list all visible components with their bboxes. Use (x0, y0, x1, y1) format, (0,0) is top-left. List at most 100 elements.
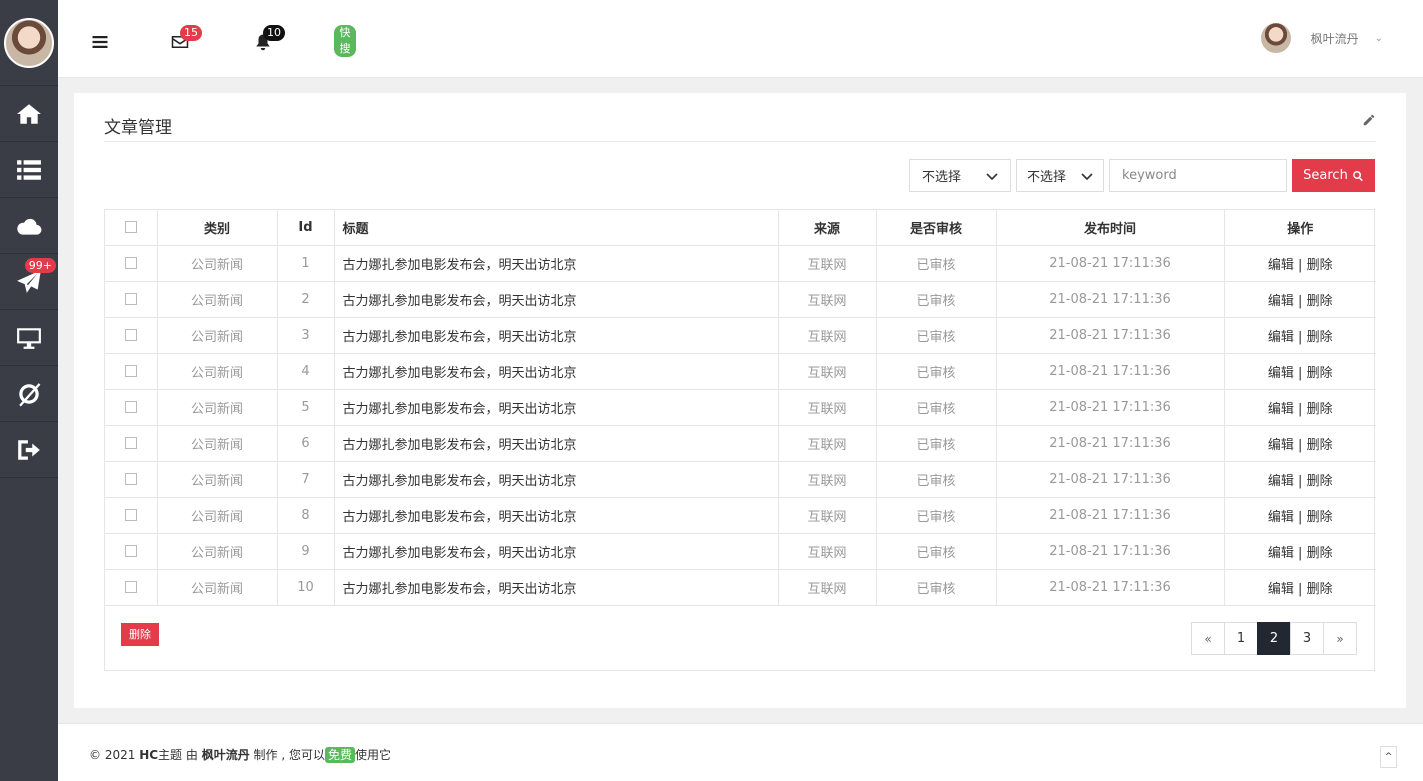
table-row: 公司新闻 5 古力娜扎参加电影发布会，明天出访北京 互联网 已审核 21-08-21 17… (105, 389, 1376, 426)
keyword-input[interactable] (1109, 159, 1287, 192)
pagination-page-current[interactable]: 2 (1257, 622, 1291, 655)
delete-link[interactable]: 删除 (1307, 438, 1333, 453)
action-separator: | (1298, 365, 1303, 381)
row-select-cell (105, 389, 158, 426)
action-separator: | (1298, 293, 1303, 309)
pagination-page[interactable]: 1 (1224, 622, 1258, 655)
row-checkbox[interactable] (124, 509, 137, 521)
notification-button[interactable]: 10 (251, 25, 285, 52)
row-checkbox[interactable] (124, 293, 137, 305)
id-cell: 6 (277, 425, 335, 462)
edit-link[interactable]: 编辑 (1268, 438, 1294, 453)
table-row: 公司新闻 10 古力娜扎参加电影发布会，明天出访北京 互联网 已审核 21-08-21 1… (105, 569, 1376, 606)
id-cell: 10 (277, 569, 335, 606)
footer: © 2021 HC主题 由 枫叶流丹 制作 , 您可以 免费 使用它 ^ (58, 723, 1423, 781)
reviewed-cell: 已审核 (876, 461, 997, 498)
col-header-reviewed: 是否审核 (876, 210, 997, 246)
row-select-cell (105, 317, 158, 354)
reviewed-cell: 已审核 (876, 569, 997, 606)
row-checkbox[interactable] (124, 581, 137, 593)
edit-link[interactable]: 编辑 (1268, 546, 1294, 561)
col-header-actions: 操作 (1224, 210, 1376, 246)
pagination-next[interactable]: » (1323, 622, 1357, 655)
actions-cell: 编辑 | 删除 (1224, 425, 1376, 462)
category-cell: 公司新闻 (157, 245, 278, 282)
actions-cell: 编辑 | 删除 (1224, 281, 1376, 318)
pagination-page[interactable]: 3 (1290, 622, 1324, 655)
status-select[interactable]: 不选择 (1016, 159, 1104, 192)
sidebar-item-list[interactable] (0, 142, 58, 198)
sidebar-item-logout[interactable] (0, 422, 58, 478)
menu-toggle-button[interactable] (88, 28, 112, 52)
delete-link[interactable]: 删除 (1307, 402, 1333, 417)
action-separator: | (1298, 257, 1303, 273)
table-row: 公司新闻 1 古力娜扎参加电影发布会，明天出访北京 互联网 已审核 21-08-21 17… (105, 245, 1376, 282)
edit-link[interactable]: 编辑 (1268, 510, 1294, 525)
reviewed-cell: 已审核 (876, 281, 997, 318)
row-checkbox[interactable] (124, 329, 137, 341)
category-cell: 公司新闻 (157, 497, 278, 534)
edit-link[interactable]: 编辑 (1268, 582, 1294, 597)
reviewed-cell: 已审核 (876, 353, 997, 390)
id-cell: 7 (277, 461, 335, 498)
edit-link[interactable]: 编辑 (1268, 366, 1294, 381)
row-checkbox[interactable] (124, 401, 137, 413)
top-bar: 15 10 快搜 枫叶流丹 ⌄ (58, 0, 1423, 78)
divider (104, 141, 1376, 142)
avatar[interactable] (4, 17, 54, 68)
search-button[interactable]: Search (1292, 159, 1375, 192)
published-cell: 21-08-21 17:11:36 (996, 353, 1225, 390)
sidebar-item-o-slash[interactable] (0, 366, 58, 422)
sidebar-item-send[interactable]: 99+ (0, 254, 58, 310)
chevron-down-icon: ⌄ (1374, 32, 1383, 44)
delete-link[interactable]: 删除 (1307, 582, 1333, 597)
category-cell: 公司新闻 (157, 533, 278, 570)
edit-link[interactable]: 编辑 (1268, 402, 1294, 417)
delete-link[interactable]: 删除 (1307, 510, 1333, 525)
delete-link[interactable]: 删除 (1307, 474, 1333, 489)
category-select[interactable]: 不选择 (909, 159, 1011, 192)
delete-link[interactable]: 删除 (1307, 546, 1333, 561)
row-checkbox[interactable] (124, 365, 137, 377)
table-row: 公司新闻 4 古力娜扎参加电影发布会，明天出访北京 互联网 已审核 21-08-21 17… (105, 353, 1376, 390)
pagination-prev[interactable]: « (1191, 622, 1225, 655)
row-checkbox[interactable] (124, 437, 137, 449)
edit-link[interactable]: 编辑 (1268, 330, 1294, 345)
edit-link[interactable]: 编辑 (1268, 258, 1294, 273)
sidebar-item-desktop[interactable] (0, 310, 58, 366)
row-checkbox[interactable] (124, 473, 137, 485)
quick-search-button[interactable]: 快搜 (332, 25, 356, 57)
user-name: 枫叶流丹 (1310, 31, 1359, 46)
bulk-delete-button[interactable]: 删除 (121, 623, 159, 646)
actions-cell: 编辑 | 删除 (1224, 533, 1376, 570)
list-icon (17, 159, 41, 180)
delete-link[interactable]: 删除 (1307, 330, 1333, 345)
delete-link[interactable]: 删除 (1307, 366, 1333, 381)
published-cell: 21-08-21 17:11:36 (996, 281, 1225, 318)
action-separator: | (1298, 509, 1303, 525)
action-separator: | (1298, 473, 1303, 489)
chevron-down-icon (986, 172, 998, 180)
search-button-label: Search (1303, 168, 1348, 183)
sidebar-item-cloud[interactable] (0, 198, 58, 254)
delete-link[interactable]: 删除 (1307, 294, 1333, 309)
reviewed-cell: 已审核 (876, 533, 997, 570)
sidebar-item-home[interactable] (0, 86, 58, 142)
edit-link[interactable]: 编辑 (1268, 474, 1294, 489)
title-cell: 古力娜扎参加电影发布会，明天出访北京 (334, 533, 779, 570)
select-all-checkbox[interactable] (124, 221, 137, 234)
edit-link[interactable]: 编辑 (1268, 294, 1294, 309)
notification-badge: 99+ (24, 258, 56, 273)
category-cell: 公司新闻 (157, 281, 278, 318)
row-checkbox[interactable] (124, 257, 137, 269)
id-cell: 8 (277, 497, 335, 534)
pencil-icon[interactable] (1362, 113, 1376, 127)
sidebar-avatar-box (0, 0, 58, 86)
reviewed-cell: 已审核 (876, 245, 997, 282)
mail-button[interactable]: 15 (168, 25, 202, 52)
delete-link[interactable]: 删除 (1307, 258, 1333, 273)
user-menu[interactable]: 枫叶流丹 ⌄ (1260, 23, 1383, 53)
row-checkbox[interactable] (124, 545, 137, 557)
row-select-cell (105, 533, 158, 570)
back-to-top-button[interactable]: ^ (1380, 746, 1397, 768)
